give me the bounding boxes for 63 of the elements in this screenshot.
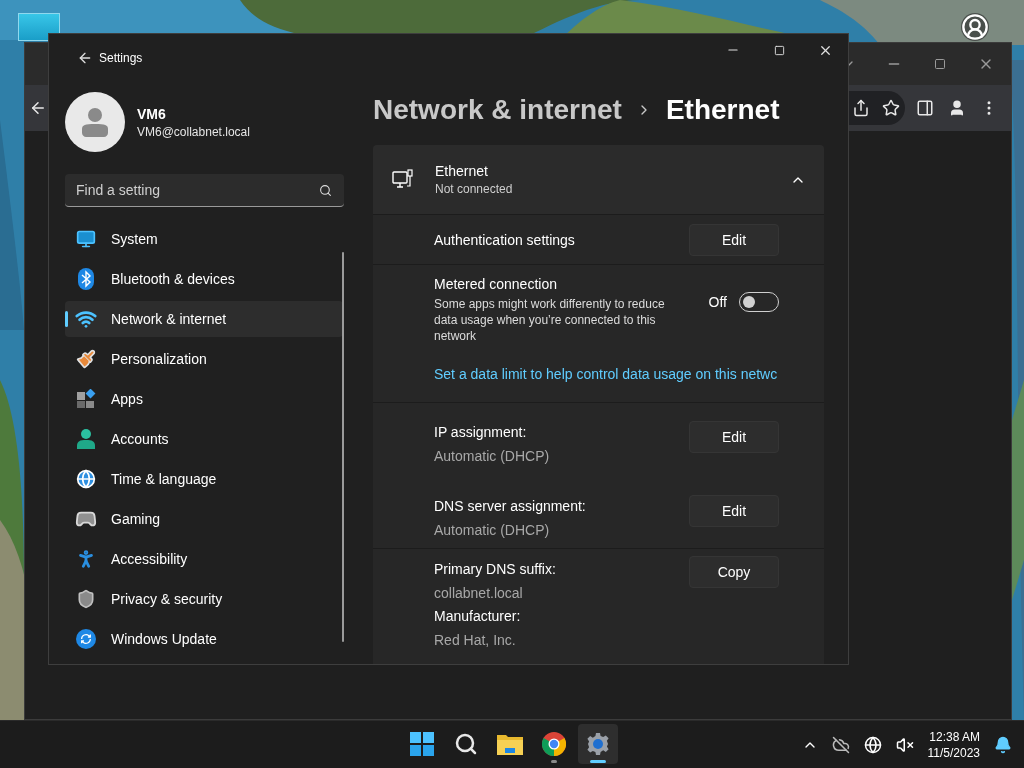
address-bar[interactable] <box>849 91 905 125</box>
setting-description: Some apps might work differently to reduce data usage when you’re connected to this network <box>434 296 666 344</box>
folder-icon <box>497 733 523 755</box>
property-label: Primary DNS suffix: <box>434 561 556 577</box>
nav-item[interactable]: Accounts <box>65 421 343 457</box>
windows-logo-icon <box>410 732 434 756</box>
setting-label: Authentication settings <box>434 231 575 248</box>
property-value: Red Hat, Inc. <box>434 632 517 648</box>
page-title: Ethernet <box>665 94 780 126</box>
nav-item[interactable]: Privacy & security <box>65 581 343 617</box>
nav-item[interactable]: Personalization <box>65 341 343 377</box>
setting-label: DNS server assignment: <box>434 498 586 514</box>
adapter-header[interactable]: Ethernet Not connected <box>373 145 824 214</box>
user-email: VM6@collabnet.local <box>137 124 250 139</box>
nav-item[interactable]: Windows Update <box>65 621 343 657</box>
clock[interactable]: 12:38 AM 11/5/2023 <box>927 728 980 761</box>
nav-item[interactable]: Gaming <box>65 501 343 537</box>
maximize-icon[interactable] <box>773 44 785 56</box>
search-icon <box>319 184 332 197</box>
edit-button[interactable]: Edit <box>689 223 779 256</box>
window-title: Settings <box>99 51 144 65</box>
search-icon <box>454 732 478 756</box>
adapter-name: Ethernet <box>435 163 489 179</box>
setting-value: Automatic (DHCP) <box>434 522 551 538</box>
breadcrumb-parent[interactable]: Network & internet <box>373 94 622 126</box>
copy-button[interactable]: Copy <box>689 556 779 588</box>
nav-item[interactable]: Apps <box>65 381 343 417</box>
update-icon <box>76 629 96 649</box>
browser-logo-icon <box>542 732 566 756</box>
setting-value: Automatic (DHCP) <box>434 448 550 464</box>
property-label: Manufacturer: <box>434 608 522 624</box>
search-field[interactable]: Find a setting <box>65 174 344 207</box>
edit-button[interactable]: Edit <box>689 495 779 527</box>
adapter-status: Not connected <box>435 182 514 196</box>
setting-label: IP assignment: <box>434 424 528 440</box>
cloud-off-icon[interactable] <box>831 735 850 754</box>
nav-item[interactable]: Bluetooth & devices <box>65 261 343 297</box>
paintbrush-icon <box>76 349 96 369</box>
shield-icon <box>76 589 96 609</box>
nav-item[interactable]: Time & language <box>65 461 343 497</box>
scrollbar[interactable] <box>342 252 344 642</box>
user-circle-icon[interactable] <box>961 13 989 41</box>
data-limit-link[interactable]: Set a data limit to help control data usage on this netwc <box>373 366 824 382</box>
nav-item[interactable]: Accessibility <box>65 541 343 577</box>
property-value: collabnet.local <box>434 585 524 601</box>
user-name: VM6 <box>137 105 167 122</box>
bell-icon[interactable] <box>994 735 1012 754</box>
monitor-icon <box>76 229 96 249</box>
speaker-muted-icon[interactable] <box>895 735 914 754</box>
person-icon <box>77 429 95 449</box>
taskbar-app[interactable] <box>578 724 618 764</box>
network-globe-icon[interactable] <box>863 735 882 754</box>
nav-item[interactable]: System <box>65 221 343 257</box>
gear-icon <box>586 732 610 756</box>
setting-label: Metered connection <box>434 276 558 292</box>
desktop-shortcut-icon[interactable] <box>18 13 60 41</box>
avatar-icon <box>65 92 125 152</box>
bluetooth-icon <box>77 268 95 290</box>
nav-item[interactable]: Network & internet <box>65 301 343 337</box>
wifi-icon <box>75 308 97 330</box>
toggle-state-label: Off <box>708 294 727 310</box>
apps-icon <box>76 389 96 409</box>
edit-button[interactable]: Edit <box>689 421 779 453</box>
